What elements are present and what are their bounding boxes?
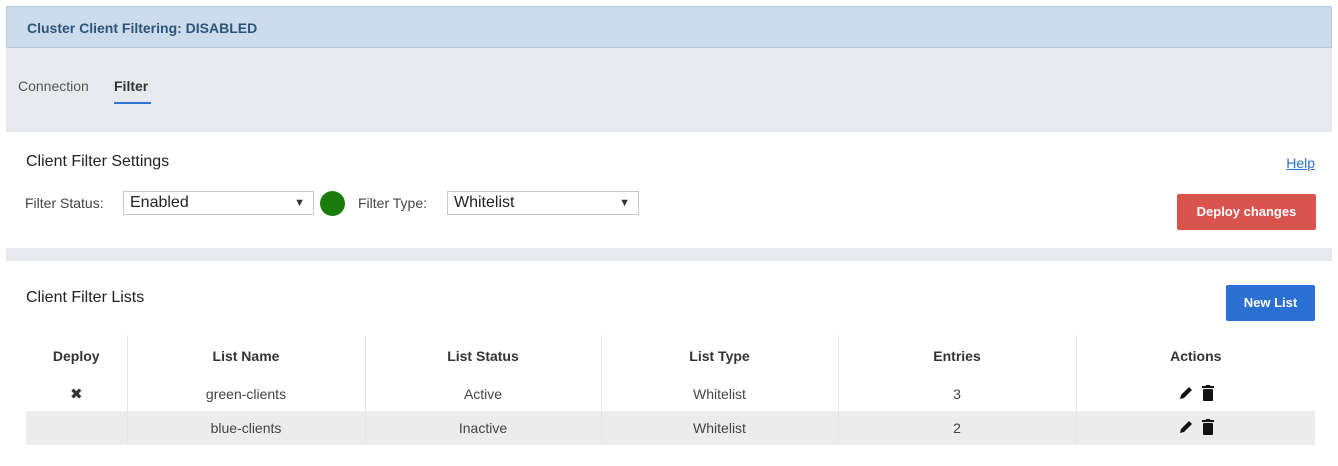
settings-title: Client Filter Settings [26,153,170,170]
list-type-cell: Whitelist [600,411,838,445]
list-name-cell: blue-clients [126,411,365,445]
list-status-cell: Inactive [364,411,601,445]
active-tab-indicator [114,102,151,104]
table-row: ✖ green-clients Active Whitelist 3 [26,377,1315,411]
tab-connection[interactable]: Connection [18,78,89,94]
pencil-icon[interactable] [1178,385,1194,404]
list-type-cell: Whitelist [600,377,838,411]
column-header-entries[interactable]: Entries [837,335,1076,377]
tab-filter[interactable]: Filter [114,78,148,94]
status-banner: Cluster Client Filtering: DISABLED [6,6,1332,48]
deploy-cell: ✖ [26,377,127,411]
filter-status-label: Filter Status: [25,195,104,211]
table-row: blue-clients Inactive Whitelist 2 [26,411,1315,445]
pencil-icon[interactable] [1178,419,1194,438]
client-filter-lists-panel: Client Filter Lists New List Deploy List… [6,261,1332,466]
column-header-list-type[interactable]: List Type [600,335,838,377]
chevron-down-icon: ▼ [294,197,305,209]
filter-lists-table: Deploy List Name List Status List Type E… [26,335,1315,445]
deploy-cell [26,411,127,445]
chevron-down-icon: ▼ [619,197,630,209]
column-header-deploy[interactable]: Deploy [26,335,127,377]
filter-type-value: Whitelist [454,194,515,211]
entries-cell: 3 [837,377,1076,411]
deploy-changes-button[interactable]: Deploy changes [1177,194,1316,230]
column-header-list-status[interactable]: List Status [364,335,601,377]
filter-status-value: Enabled [130,194,189,211]
list-status-cell: Active [364,377,601,411]
actions-cell [1075,377,1315,411]
help-link[interactable]: Help [1286,155,1315,171]
trash-icon[interactable] [1201,384,1214,404]
x-icon[interactable]: ✖ [70,386,83,403]
new-list-button[interactable]: New List [1226,285,1315,321]
filter-type-label: Filter Type: [358,195,427,211]
client-filter-settings-panel: Client Filter Settings Help Filter Statu… [6,132,1332,248]
list-name-cell: green-clients [126,377,365,411]
column-header-list-name[interactable]: List Name [126,335,365,377]
filter-type-select[interactable]: Whitelist ▼ [447,191,639,215]
banner-text: Cluster Client Filtering: DISABLED [27,20,258,36]
filter-status-indicator [320,191,345,216]
page-container: Cluster Client Filtering: DISABLED Conne… [6,6,1332,466]
actions-cell [1075,411,1315,445]
column-header-actions: Actions [1075,335,1315,377]
entries-cell: 2 [837,411,1076,445]
filter-status-select[interactable]: Enabled ▼ [123,191,314,215]
trash-icon[interactable] [1201,418,1214,438]
tab-bar: Connection Filter [6,48,1332,132]
lists-title: Client Filter Lists [26,289,145,306]
table-header-row: Deploy List Name List Status List Type E… [26,335,1315,377]
